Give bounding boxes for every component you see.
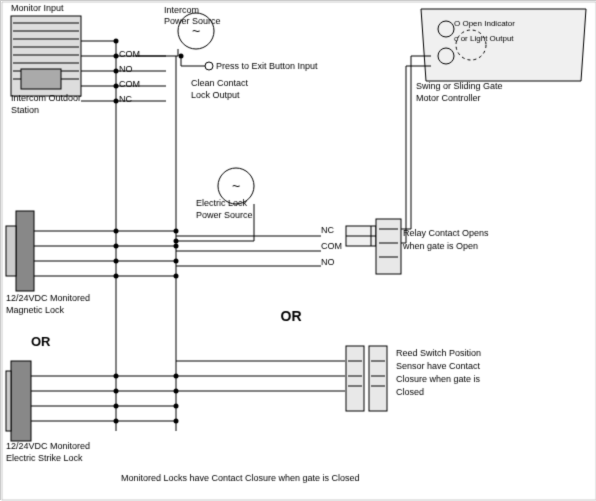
- diagram-canvas: [1, 1, 596, 501]
- wiring-diagram: [0, 0, 596, 500]
